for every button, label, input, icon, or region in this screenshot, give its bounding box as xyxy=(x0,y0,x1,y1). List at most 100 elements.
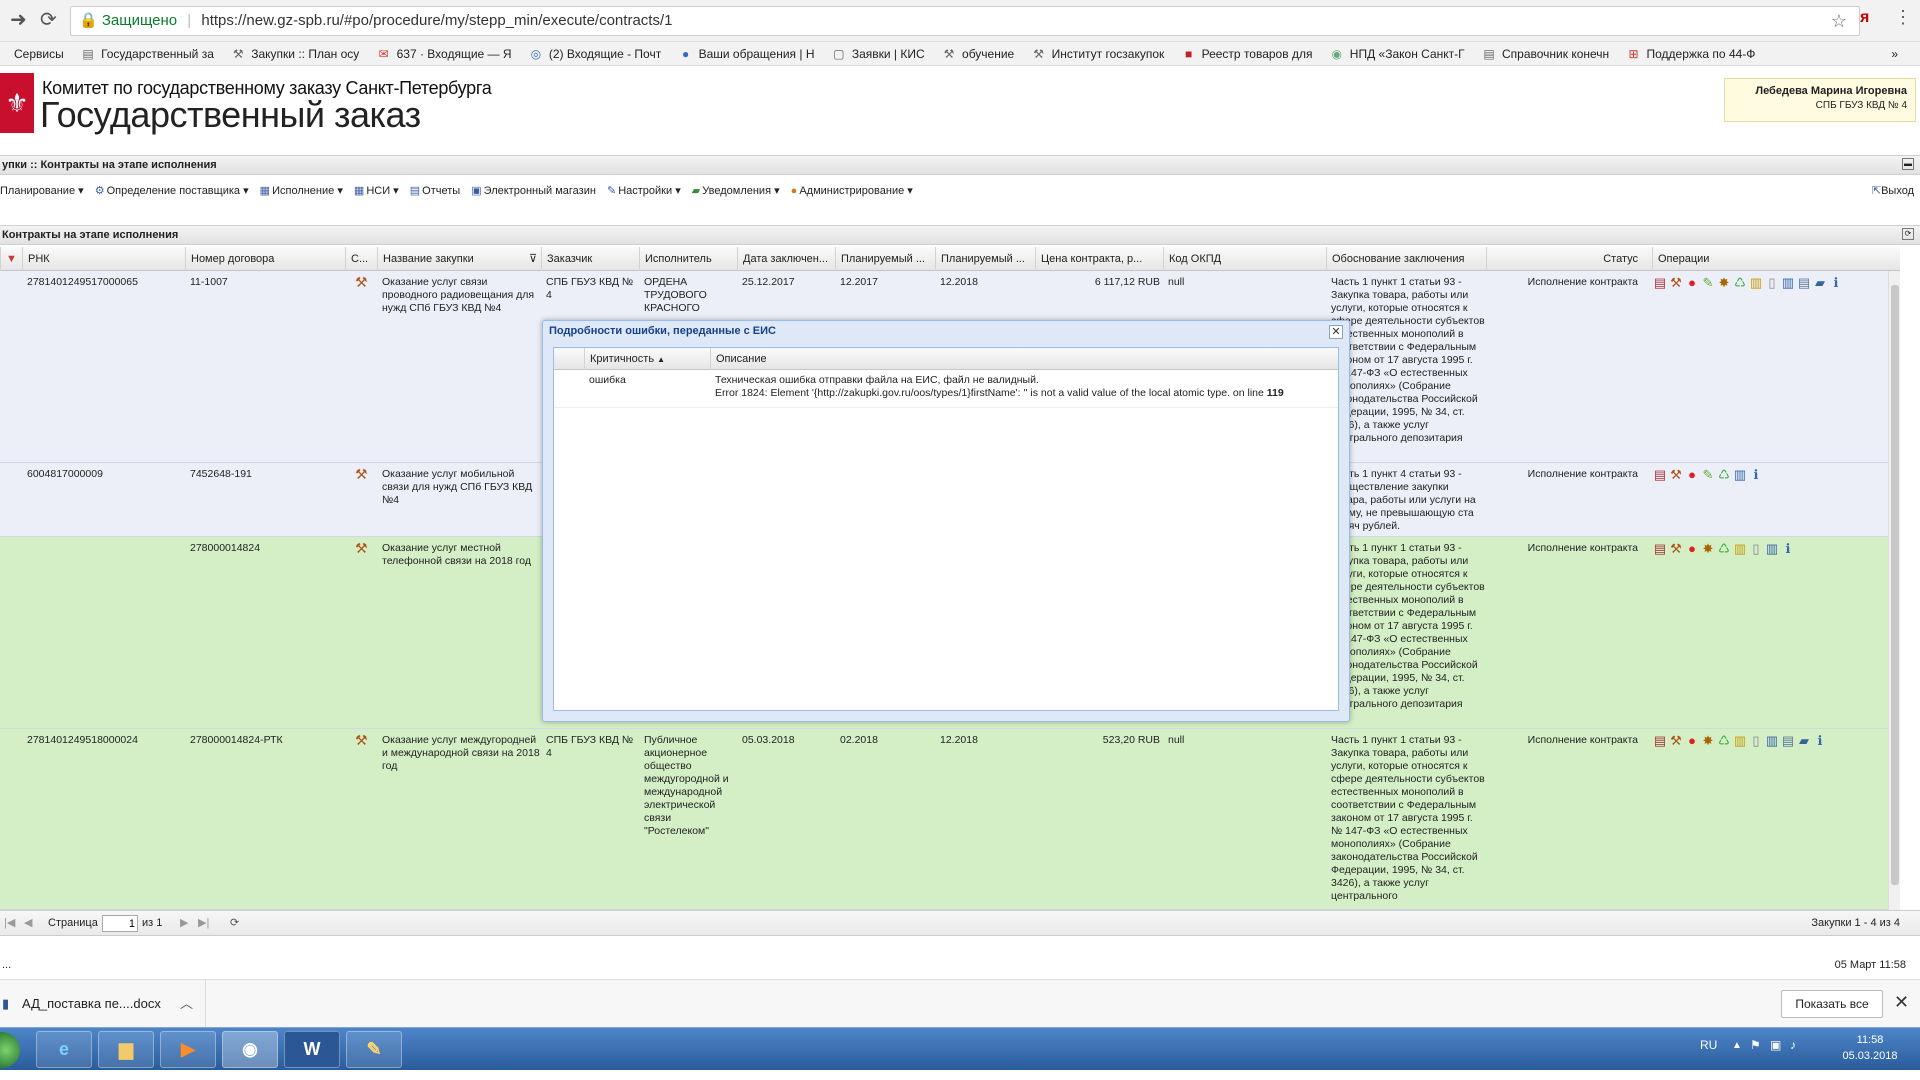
prev-page-icon[interactable]: ◀ xyxy=(24,911,32,935)
message-icon[interactable]: ▰ xyxy=(1813,275,1829,291)
menu-eshop[interactable]: ▣ Электронный магазин xyxy=(471,180,596,202)
document-icon[interactable]: ▤ xyxy=(1653,467,1669,483)
menu-settings[interactable]: ✎ Настройки ▾ xyxy=(607,180,681,202)
menu-notifications[interactable]: ▰ Уведомления ▾ xyxy=(692,180,780,202)
chevron-up-icon[interactable]: ︿ xyxy=(180,980,193,1028)
media-player-icon[interactable]: ▶ xyxy=(160,1031,216,1068)
bookmark-12[interactable]: ⊞ Поддержка по 44-Ф xyxy=(1627,42,1755,65)
message-icon[interactable]: ▰ xyxy=(1797,733,1813,749)
chart-icon[interactable]: ▥ xyxy=(1765,733,1781,749)
paint-icon[interactable]: ✎ xyxy=(346,1031,402,1068)
info-icon[interactable]: ℹ xyxy=(1749,467,1765,483)
explorer-icon[interactable]: ▆ xyxy=(98,1031,154,1068)
menu-nsi[interactable]: ▦ НСИ ▾ xyxy=(354,180,399,202)
volume-icon[interactable]: ♪ xyxy=(1790,1038,1796,1052)
gavel-icon[interactable]: ⚒ xyxy=(1669,467,1685,483)
dialog-col-desc[interactable]: Описание xyxy=(710,348,1338,370)
recycle-icon[interactable]: ♺ xyxy=(1717,467,1733,483)
tray-arrow-icon[interactable]: ▲ xyxy=(1732,1040,1742,1051)
recycle-icon[interactable]: ♺ xyxy=(1733,275,1749,291)
bookmark-11[interactable]: ▤ Справочник конечн xyxy=(1482,42,1609,65)
gavel-icon[interactable]: ⚒ xyxy=(350,276,374,289)
menu-planning[interactable]: Планирование ▾ xyxy=(0,180,84,202)
network-icon[interactable]: ⚑ xyxy=(1750,1038,1761,1052)
col-executor[interactable]: Исполнитель xyxy=(639,247,737,271)
stop-icon[interactable]: ● xyxy=(1685,541,1701,556)
chart-icon[interactable]: ▥ xyxy=(1733,467,1749,483)
filter-icon[interactable]: ⊽ xyxy=(529,247,537,271)
gavel-icon[interactable]: ⚒ xyxy=(1669,541,1685,557)
bookmark-9[interactable]: ■ Реестр товаров для xyxy=(1182,42,1312,65)
bookmark-8[interactable]: ⚒ Институт госзакупок xyxy=(1032,42,1164,65)
col-contract-number[interactable]: Номер договора xyxy=(185,247,345,271)
ie-icon[interactable]: e xyxy=(36,1031,92,1068)
col-s[interactable]: С... xyxy=(345,247,377,271)
scrollbar-thumb[interactable] xyxy=(1891,285,1899,885)
info-icon[interactable]: ℹ xyxy=(1813,733,1829,749)
payment-icon[interactable]: ▥ xyxy=(1733,733,1749,749)
page-icon[interactable]: ▯ xyxy=(1765,275,1781,291)
page-icon[interactable]: ▯ xyxy=(1749,541,1765,557)
more-bookmarks-icon[interactable]: » xyxy=(1891,42,1898,65)
refresh-panel-icon[interactable]: ⟳ xyxy=(1902,228,1914,240)
doc-list-icon[interactable]: ▤ xyxy=(1781,733,1797,749)
recycle-icon[interactable]: ♺ xyxy=(1717,733,1733,749)
col-operations[interactable]: Операции xyxy=(1652,247,1888,271)
flag-icon[interactable]: ▣ xyxy=(1770,1038,1781,1052)
gavel-icon[interactable]: ⚒ xyxy=(1669,275,1685,291)
show-all-button[interactable]: Показать все xyxy=(1781,990,1883,1018)
payment-icon[interactable]: ▥ xyxy=(1733,541,1749,557)
menu-reports[interactable]: ▤ Отчеты xyxy=(410,180,460,202)
bookmark-2[interactable]: ⚒ Закупки :: План осу xyxy=(231,42,359,65)
bookmark-4[interactable]: ◎ (2) Входящие - Почт xyxy=(529,42,662,65)
page-icon[interactable]: ▯ xyxy=(1749,733,1765,749)
col-plan2[interactable]: Планируемый ... xyxy=(935,247,1035,271)
yandex-extension-icon[interactable]: я xyxy=(1860,9,1869,27)
stop-icon[interactable]: ● xyxy=(1685,275,1701,290)
word-icon[interactable]: W xyxy=(284,1031,340,1068)
vertical-scrollbar[interactable] xyxy=(1888,271,1900,910)
emblem-icon[interactable]: ✸ xyxy=(1701,733,1717,749)
star-icon[interactable]: ☆ xyxy=(1831,7,1847,35)
bookmark-6[interactable]: ▢ Заявки | КИС xyxy=(832,42,925,65)
gavel-icon[interactable]: ⚒ xyxy=(350,542,374,555)
bookmark-1[interactable]: ▤ Государственный за xyxy=(81,42,214,65)
bookmark-0[interactable]: Сервисы xyxy=(14,42,64,65)
first-page-icon[interactable]: |◀ xyxy=(4,911,15,935)
bookmark-10[interactable]: ◉ НПД «Закон Санкт-Г xyxy=(1330,42,1465,65)
col-customer[interactable]: Заказчик xyxy=(541,247,639,271)
col-price[interactable]: Цена контракта, р... xyxy=(1035,247,1163,271)
user-box[interactable]: Лебедева Марина Игоревна СПБ ГБУЗ КВД № … xyxy=(1724,78,1916,122)
menu-supplier[interactable]: ⚙ Определение поставщика ▾ xyxy=(95,180,249,202)
table-row[interactable]: 2781401249518000024 278000014824-РТК ⚒ О… xyxy=(0,729,1888,910)
info-icon[interactable]: ℹ xyxy=(1781,541,1797,557)
clock[interactable]: 11:58 05.03.2018 xyxy=(1830,1032,1910,1064)
col-purchase-name[interactable]: Название закупки ⊽ xyxy=(377,247,541,271)
chart-icon[interactable]: ▥ xyxy=(1781,275,1797,291)
document-icon[interactable]: ▤ xyxy=(1653,733,1669,749)
dialog-error-row[interactable]: ошибка Техническая ошибка отправки файла… xyxy=(554,370,1338,408)
stop-icon[interactable]: ● xyxy=(1685,467,1701,482)
recycle-icon[interactable]: ♺ xyxy=(1717,541,1733,557)
download-item[interactable]: ▮ АД_поставка пе....docx ︿ xyxy=(0,980,206,1028)
address-bar[interactable]: 🔒 Защищено | https://new.gz-spb.ru/#po/p… xyxy=(70,6,1860,36)
dialog-col-severity[interactable]: Критичность ▲ xyxy=(584,348,710,370)
payment-icon[interactable]: ▥ xyxy=(1749,275,1765,291)
logout-button[interactable]: ⇱Выход xyxy=(1872,180,1914,202)
gavel-icon[interactable]: ⚒ xyxy=(350,734,374,747)
menu-admin[interactable]: ● Администрирование ▾ xyxy=(791,180,913,202)
gavel-icon[interactable]: ⚒ xyxy=(1669,733,1685,749)
page-input[interactable] xyxy=(102,915,138,932)
next-page-icon[interactable]: ▶ xyxy=(180,911,188,935)
col-status[interactable]: Статус xyxy=(1486,247,1652,271)
stop-icon[interactable]: ● xyxy=(1685,733,1701,748)
filter-clear-icon[interactable]: ▼ xyxy=(0,247,22,271)
col-basis[interactable]: Обоснование заключения xyxy=(1326,247,1486,271)
start-button[interactable] xyxy=(0,1032,20,1068)
dialog-close-button[interactable]: ✕ xyxy=(1329,325,1343,339)
reload-icon[interactable]: ⟳ xyxy=(40,9,57,31)
chart-icon[interactable]: ▥ xyxy=(1765,541,1781,557)
last-page-icon[interactable]: ▶| xyxy=(198,911,209,935)
document-icon[interactable]: ▤ xyxy=(1653,275,1669,291)
document-icon[interactable]: ▤ xyxy=(1653,541,1669,557)
